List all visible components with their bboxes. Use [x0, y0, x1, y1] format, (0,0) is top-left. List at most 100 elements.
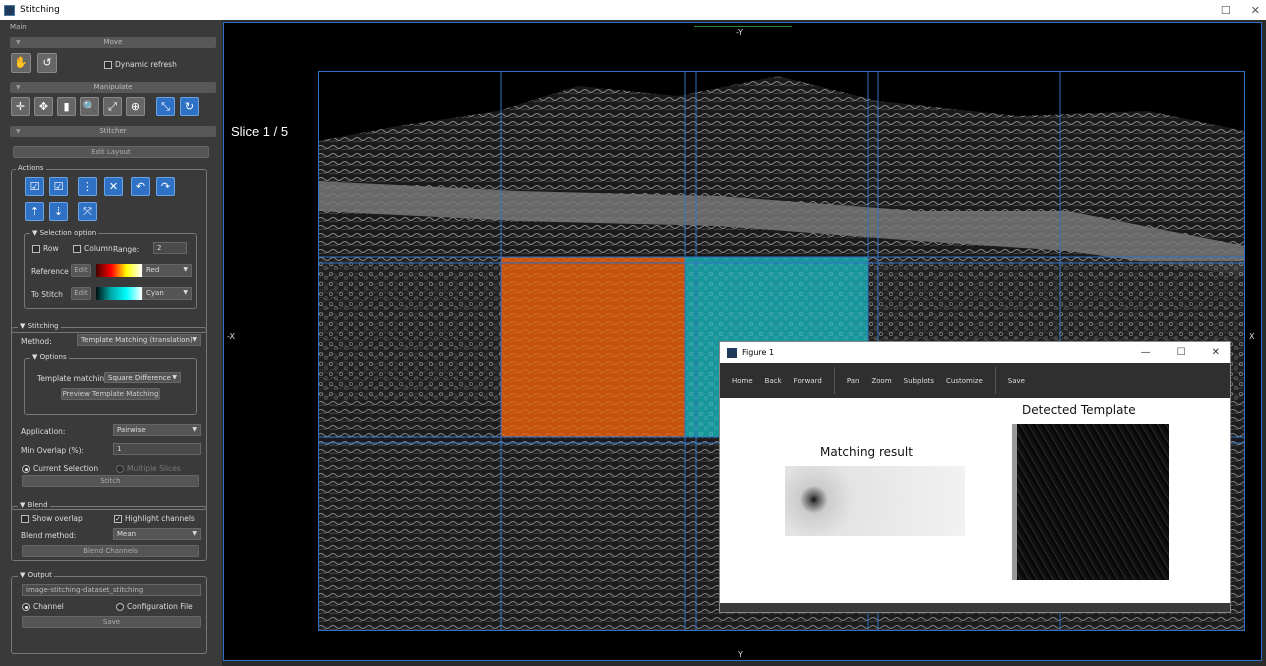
zoom-tool-button[interactable]: 🔍	[80, 97, 99, 116]
select-all-button[interactable]: ☑	[25, 177, 44, 196]
figure-minimize-button[interactable]: —	[1141, 347, 1151, 358]
window-title: Stitching	[20, 5, 60, 15]
stitching-label: ▼ Stitching	[18, 322, 61, 330]
range-value: 2	[157, 244, 162, 252]
configuration-file-radio[interactable]: Configuration File	[116, 602, 193, 611]
show-overlap-label: Show overlap	[32, 514, 83, 523]
matching-result-image	[785, 466, 965, 536]
multiple-slices-radio[interactable]: Multiple Slices	[116, 464, 181, 473]
figure-maximize-button[interactable]: ☐	[1177, 347, 1186, 358]
actions-label: Actions	[16, 164, 46, 172]
undo-move-button[interactable]: ↺	[37, 53, 57, 73]
template-matching-select[interactable]: Square Difference ▼	[104, 372, 181, 383]
deselect-button[interactable]: ✕	[104, 177, 123, 196]
to-stitch-colormap	[96, 287, 142, 300]
highlight-channels-checkbox[interactable]: ✓ Highlight channels	[114, 514, 195, 523]
figure-title: Figure 1	[742, 348, 775, 357]
toolbar-separator	[994, 367, 996, 394]
edit-layout-button[interactable]: Edit Layout	[13, 146, 209, 158]
rotate-center-button[interactable]: ⊕	[126, 97, 145, 116]
blend-channels-button[interactable]: Blend Channels	[22, 545, 199, 557]
expand-button[interactable]: ⤧	[78, 202, 97, 221]
column-checkbox[interactable]: Column	[73, 244, 113, 253]
blend-method-value: Mean	[117, 530, 137, 538]
stitch-button[interactable]: Stitch	[22, 475, 199, 487]
to-stitch-label: To Stitch	[31, 290, 63, 299]
output-name-input[interactable]: image-stitching-dataset_stitching	[22, 584, 201, 596]
check-tile-button[interactable]: ☑	[49, 177, 68, 196]
collapse-icon: ▼	[16, 39, 21, 46]
crop-tool-button[interactable]: ▮	[57, 97, 76, 116]
toolbar-home[interactable]: Home	[732, 377, 753, 385]
top-scroll-indicator	[694, 26, 792, 27]
to-stitch-color-select[interactable]: Cyan ▼	[142, 287, 192, 300]
toolbar-save[interactable]: Save	[1008, 377, 1025, 385]
row-checkbox[interactable]: Row	[32, 244, 59, 253]
collapse-icon: ▼	[16, 84, 21, 91]
figure-close-button[interactable]: ✕	[1212, 347, 1220, 358]
axis-top-label: -Y	[736, 28, 743, 37]
toolbar-forward[interactable]: Forward	[794, 377, 822, 385]
reference-edit-button[interactable]: Edit	[71, 264, 91, 277]
min-overlap-spinbox[interactable]: 1	[113, 443, 201, 455]
figure-toolbar: Home Back Forward Pan Zoom Subplots Cust…	[720, 363, 1230, 398]
to-stitch-color-value: Cyan	[146, 289, 164, 297]
options-label: ▼ Options	[30, 353, 69, 361]
channel-radio[interactable]: Channel	[22, 602, 64, 611]
close-button[interactable]: ✕	[1251, 4, 1260, 17]
toolbar-subplots[interactable]: Subplots	[904, 377, 934, 385]
undo-button[interactable]: ↶	[131, 177, 150, 196]
reference-colormap	[96, 264, 142, 277]
reset-view-button[interactable]: ↻	[180, 97, 199, 116]
app-icon	[4, 4, 15, 16]
maximize-button[interactable]: ☐	[1221, 4, 1231, 17]
show-overlap-checkbox[interactable]: Show overlap	[21, 514, 83, 523]
range-label: Range:	[113, 245, 140, 254]
blend-method-label: Blend method:	[21, 531, 77, 540]
stitcher-section-header[interactable]: ▼ Stitcher	[10, 126, 216, 137]
chevron-down-icon: ▼	[192, 426, 197, 433]
main-label: Main	[10, 23, 27, 31]
toolbar-pan[interactable]: Pan	[847, 377, 860, 385]
collapse-icon: ▼	[16, 128, 21, 135]
row-label: Row	[43, 244, 59, 253]
select-grid-button[interactable]: ⋮	[78, 177, 97, 196]
move-down-button[interactable]: ⇣	[49, 202, 68, 221]
current-selection-radio[interactable]: Current Selection	[22, 464, 98, 473]
to-stitch-edit-button[interactable]: Edit	[71, 287, 91, 300]
method-value: Template Matching (translation)	[81, 336, 193, 344]
dynamic-refresh-checkbox[interactable]: Dynamic refresh	[104, 60, 177, 69]
figure-app-icon	[727, 347, 737, 358]
window-titlebar: Stitching ☐ ✕	[0, 0, 1266, 20]
range-spinbox[interactable]: 2	[153, 242, 187, 254]
toolbar-separator	[833, 367, 835, 394]
blend-method-select[interactable]: Mean ▼	[113, 528, 201, 540]
template-matching-label: Template matching	[37, 374, 109, 383]
toolbar-zoom[interactable]: Zoom	[871, 377, 891, 385]
figure-window[interactable]: Figure 1 — ☐ ✕ Home Back Forward Pan Zoo…	[719, 341, 1231, 613]
application-select[interactable]: Pairwise ▼	[113, 424, 201, 436]
move-up-button[interactable]: ⇡	[25, 202, 44, 221]
move-tool-button[interactable]: ✥	[34, 97, 53, 116]
left-panel: Main ▼ Move ✋ ↺ Dynamic refresh ▼ Manipu…	[0, 20, 222, 666]
channel-label: Channel	[33, 602, 64, 611]
figure-statusbar	[720, 603, 1230, 612]
redo-button[interactable]: ↷	[156, 177, 175, 196]
translate-tool-button[interactable]: ✛	[11, 97, 30, 116]
toolbar-back[interactable]: Back	[765, 377, 782, 385]
toolbar-customize[interactable]: Customize	[946, 377, 983, 385]
min-overlap-value: 1	[117, 445, 122, 453]
manipulate-section-header[interactable]: ▼ Manipulate	[10, 82, 216, 93]
preview-template-matching-button[interactable]: Preview Template Matching	[61, 388, 160, 400]
reference-label: Reference	[31, 267, 69, 276]
reference-color-select[interactable]: Red ▼	[142, 264, 192, 277]
figure-canvas[interactable]: Matching result Detected Template	[720, 398, 1230, 603]
scale-tool-button[interactable]: ⤢	[103, 97, 122, 116]
template-matching-value: Square Difference	[108, 374, 171, 382]
fit-view-button[interactable]: ⤡	[156, 97, 175, 116]
method-select[interactable]: Template Matching (translation) ▼	[77, 334, 201, 346]
pan-hand-button[interactable]: ✋	[11, 53, 31, 73]
move-section-header[interactable]: ▼ Move	[10, 37, 216, 48]
save-button[interactable]: Save	[22, 616, 201, 628]
axis-right-label: X	[1249, 332, 1255, 341]
